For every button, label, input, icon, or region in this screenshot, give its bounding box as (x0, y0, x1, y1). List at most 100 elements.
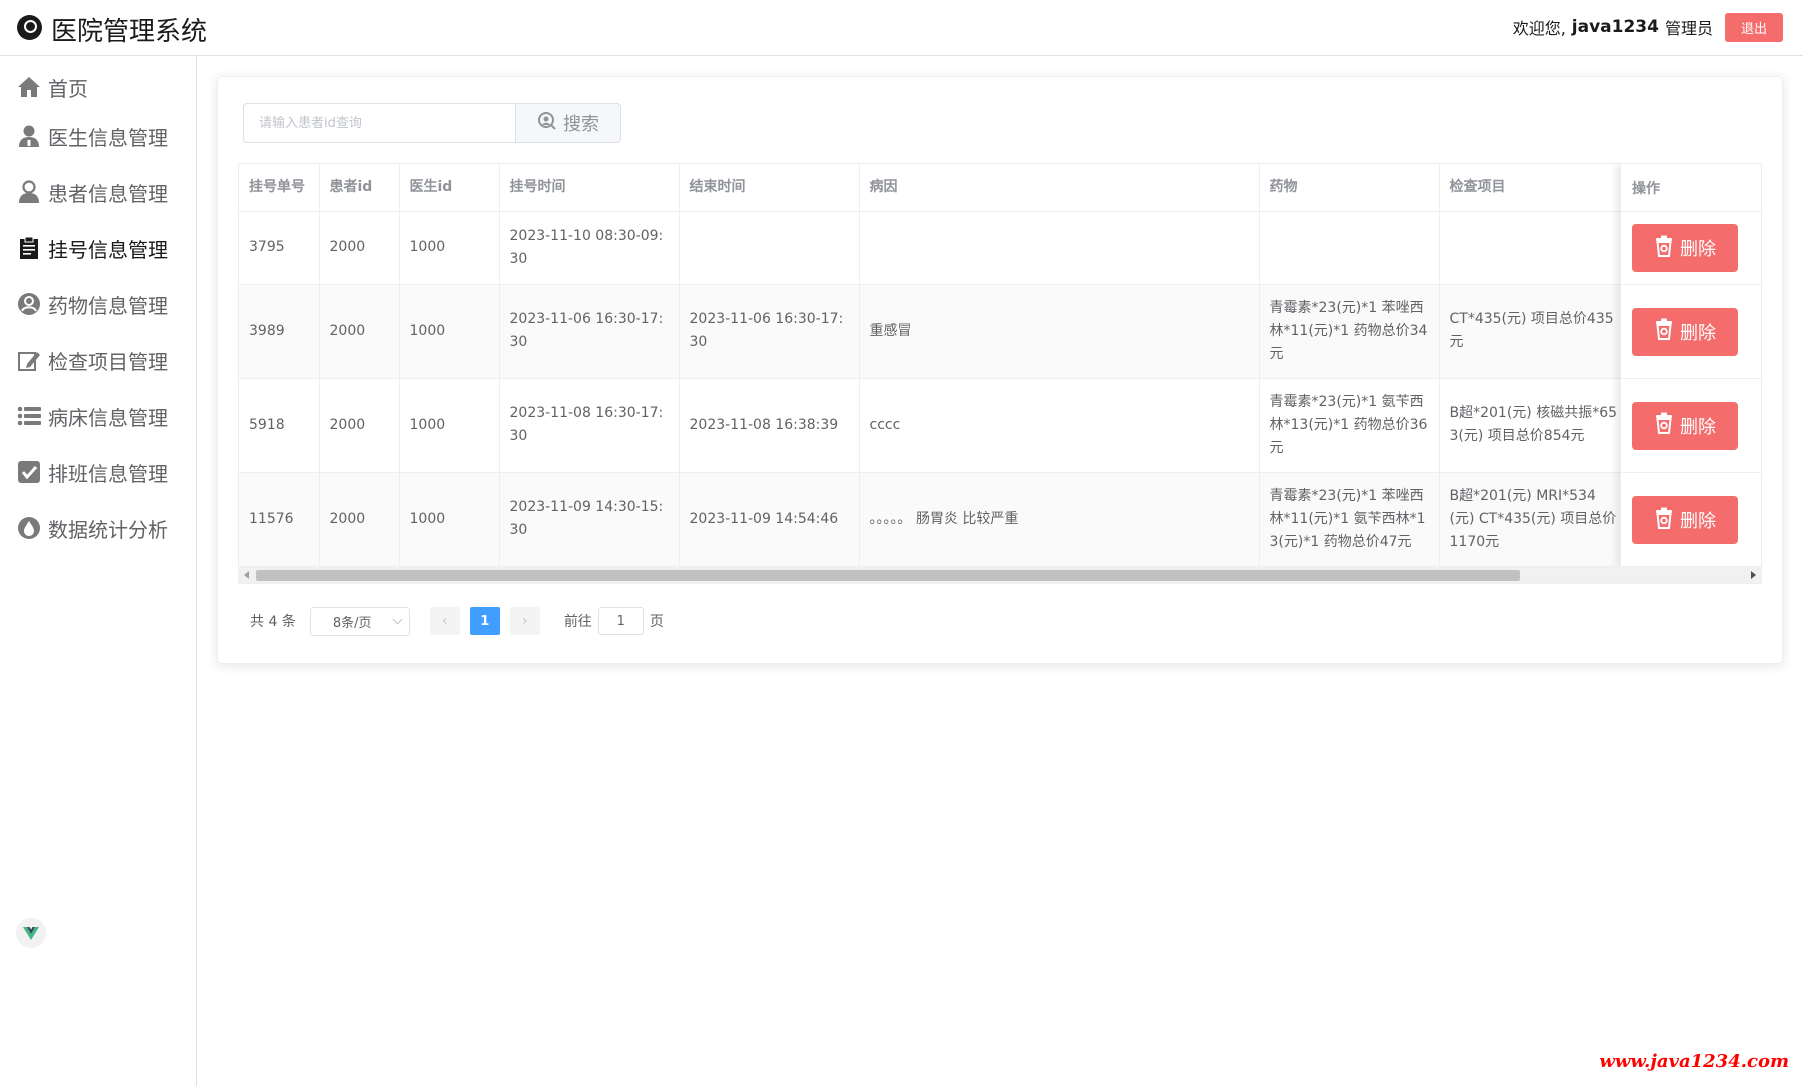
checkbox-icon (16, 459, 42, 485)
sidebar-item-statistics[interactable]: 数据统计分析 (0, 503, 196, 553)
sidebar-item-bed[interactable]: 病床信息管理 (0, 391, 196, 441)
username: java1234 (1571, 17, 1659, 37)
watermark: www.java1234.com (1599, 1051, 1789, 1072)
cell-end-time: 2023-11-08 16:38:39 (679, 378, 860, 473)
page-number-button[interactable]: 1 (469, 607, 500, 635)
goto-suffix: 页 (649, 614, 664, 630)
delete-button[interactable]: 删除 (1632, 224, 1738, 272)
trash-icon (1654, 507, 1674, 534)
clipboard-icon (16, 235, 42, 261)
delete-button[interactable]: 删除 (1632, 307, 1738, 356)
goto-prefix: 前往 (563, 614, 592, 630)
list-icon (16, 403, 42, 429)
scroll-left-icon[interactable] (244, 571, 249, 579)
sidebar-item-label: 首页 (48, 76, 88, 101)
chevron-left-icon: ‹ (442, 613, 448, 629)
trash-icon (1654, 318, 1674, 345)
sidebar-item-registration[interactable]: 挂号信息管理 (0, 223, 196, 273)
scrollbar-thumb[interactable] (256, 570, 1520, 581)
column-header: 病因 (859, 164, 1260, 212)
sidebar-item-medicine[interactable]: 药物信息管理 (0, 279, 196, 329)
medicine-icon (16, 291, 42, 317)
prev-page-button[interactable]: ‹ (429, 607, 460, 635)
delete-button[interactable]: 删除 (1632, 401, 1738, 450)
cell-exam: CT*435(元) 项目总价435元 (1439, 284, 1630, 379)
sidebar-item-home[interactable]: 首页 (0, 62, 196, 112)
search-input[interactable] (243, 103, 515, 143)
cell-cause: 。。。。。 肠胃炎 比较严重 (859, 472, 1260, 567)
scroll-right-icon[interactable] (1751, 571, 1756, 579)
cell-medicine: 青霉素*23(元)*1 苯唑西林*11(元)*1 氨苄西林*13(元)*1 药物… (1259, 472, 1440, 567)
horizontal-scrollbar[interactable] (239, 566, 1761, 583)
chevron-right-icon: › (522, 613, 528, 629)
pagination-jumper: 前往 页 (564, 607, 664, 635)
sidebar-item-label: 医生信息管理 (48, 125, 168, 150)
next-page-button[interactable]: › (509, 607, 540, 635)
cell-reg-id: 11576 (239, 472, 320, 567)
cell-exam: B超*201(元) MRI*534(元) CT*435(元) 项目总价1170元 (1439, 472, 1630, 567)
delete-button-label: 删除 (1680, 511, 1716, 532)
column-header: 挂号单号 (239, 164, 320, 212)
trash-icon (1654, 235, 1674, 262)
operation-cell: 删除 (1621, 473, 1761, 567)
cell-exam: B超*201(元) 核磁共振*653(元) 项目总价854元 (1439, 378, 1630, 473)
patient-icon (16, 179, 42, 205)
cell-patient-id: 2000 (319, 211, 400, 285)
goto-page-input[interactable] (597, 607, 644, 635)
sidebar-item-schedule[interactable]: 排班信息管理 (0, 447, 196, 497)
cell-reg-time: 2023-11-09 14:30-15:30 (499, 472, 680, 567)
sidebar: 首页 医生信息管理 患者信息管理 挂号信息管理 药物信息管理 检查项目管理 病床… (0, 56, 197, 1086)
table-row: 11576 2000 1000 2023-11-09 14:30-15:30 2… (239, 472, 1630, 567)
cell-cause: cccc (859, 378, 1260, 473)
sidebar-item-exam[interactable]: 检查项目管理 (0, 335, 196, 385)
cell-cause: 重感冒 (859, 284, 1260, 379)
top-header: 医院管理系统 欢迎您, java1234 管理员 退出 (0, 0, 1803, 56)
cell-medicine: 青霉素*23(元)*1 氨苄西林*13(元)*1 药物总价36元 (1259, 378, 1440, 473)
sidebar-item-label: 患者信息管理 (48, 181, 168, 206)
column-header: 操作 (1621, 164, 1761, 212)
cell-reg-id: 3989 (239, 284, 320, 379)
operation-column: 操作 删除 删除 删除 删除 (1620, 164, 1761, 568)
welcome-text: 欢迎您, (1512, 19, 1566, 38)
sidebar-item-label: 病床信息管理 (48, 405, 168, 430)
trash-icon (1654, 412, 1674, 439)
column-header: 挂号时间 (499, 164, 680, 212)
registration-table: 挂号单号 患者id 医生id 挂号时间 结束时间 病因 药物 检查项目 3795… (238, 163, 1762, 584)
cell-end-time: 2023-11-09 14:54:46 (679, 472, 860, 567)
doctor-icon (16, 123, 42, 149)
page-size-select[interactable]: 8条/页 (309, 606, 410, 636)
hospital-logo-icon (17, 15, 42, 40)
main-card: 搜索 挂号单号 患者id 医生id 挂号时间 结束时间 病因 药物 检查项目 (217, 76, 1783, 664)
sidebar-item-patient[interactable]: 患者信息管理 (0, 167, 196, 217)
search-button[interactable]: 搜索 (515, 103, 621, 143)
delete-button-label: 删除 (1680, 416, 1716, 438)
cell-reg-time: 2023-11-06 16:30-17:30 (499, 284, 680, 379)
chevron-down-icon (392, 614, 403, 624)
logout-button[interactable]: 退出 (1724, 12, 1783, 42)
cell-patient-id: 2000 (319, 378, 400, 473)
page-size-value: 8条/页 (332, 615, 372, 631)
column-header: 患者id (319, 164, 400, 212)
table-row: 3989 2000 1000 2023-11-06 16:30-17:30 20… (239, 284, 1630, 379)
table-row: 5918 2000 1000 2023-11-08 16:30-17:30 20… (239, 378, 1630, 473)
cell-reg-id: 3795 (239, 211, 320, 285)
sidebar-item-label: 药物信息管理 (48, 293, 168, 318)
vue-icon[interactable] (16, 918, 46, 948)
cell-cause (859, 211, 1260, 285)
table-row: 3795 2000 1000 2023-11-10 08:30-09:30 (239, 211, 1630, 285)
cell-doctor-id: 1000 (399, 211, 500, 285)
delete-button-label: 删除 (1680, 322, 1716, 344)
column-header: 结束时间 (679, 164, 860, 212)
cell-medicine: 青霉素*23(元)*1 苯唑西林*11(元)*1 药物总价34元 (1259, 284, 1440, 379)
cell-doctor-id: 1000 (399, 378, 500, 473)
pagination-total: 共 4 条 (250, 614, 296, 630)
operation-cell: 删除 (1621, 285, 1761, 379)
cell-exam (1439, 211, 1630, 285)
user-role: 管理员 (1664, 19, 1713, 38)
sidebar-item-doctor[interactable]: 医生信息管理 (0, 111, 196, 161)
delete-button[interactable]: 删除 (1632, 496, 1738, 544)
column-header: 药物 (1259, 164, 1440, 212)
sidebar-item-label: 排班信息管理 (48, 461, 168, 486)
cell-end-time (679, 211, 860, 285)
pagination: 共 4 条 8条/页 ‹ 1 › 前往 页 (250, 606, 664, 636)
